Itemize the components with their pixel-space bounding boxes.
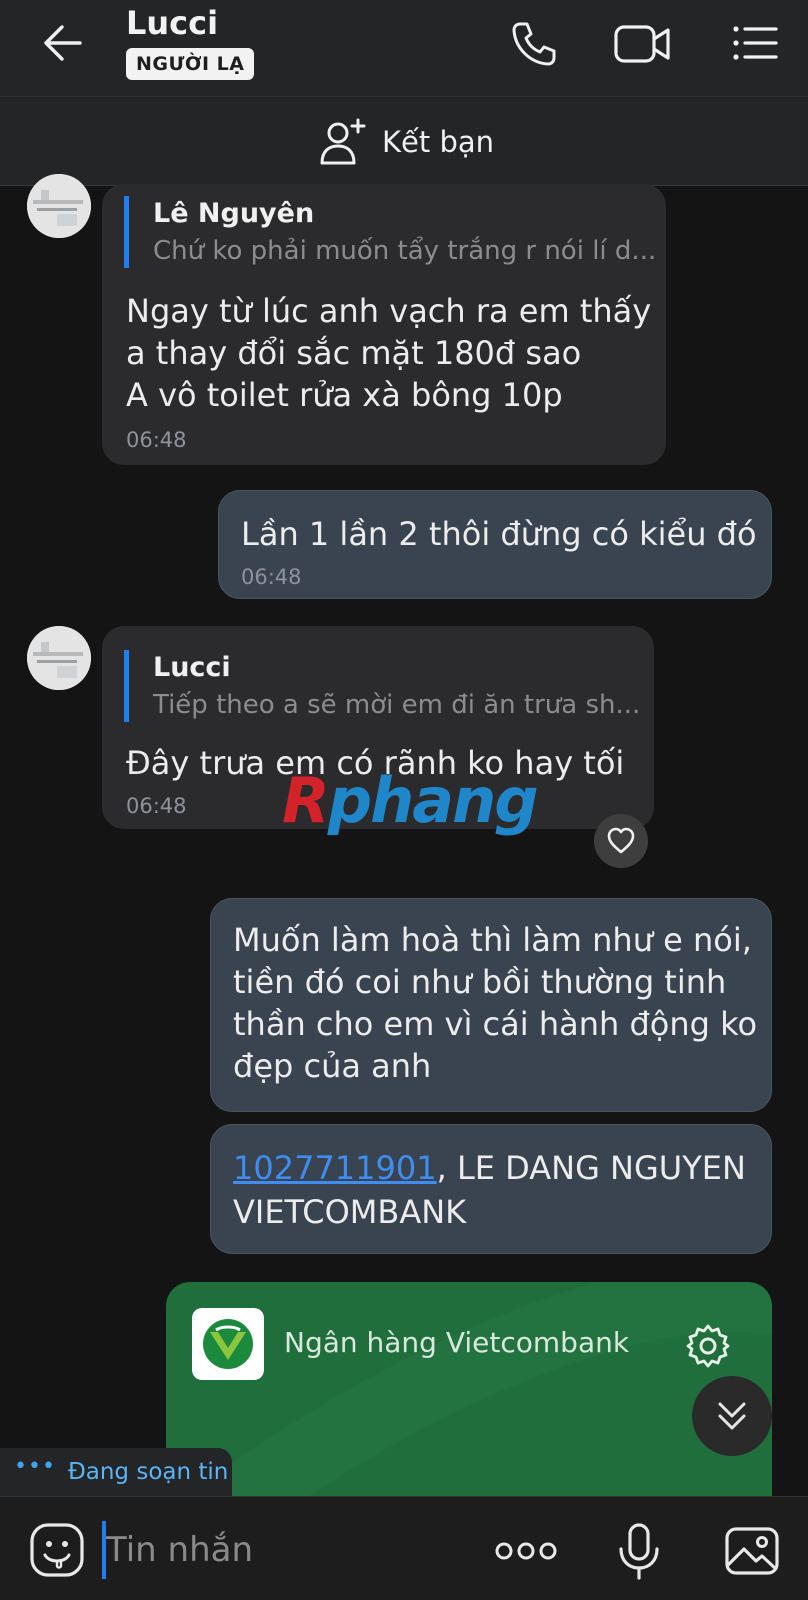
quote-sender: Lucci [153,652,231,683]
stranger-badge: NGƯỜI LẠ [126,48,255,80]
watermark-logo: Rphang [282,764,539,837]
contact-name[interactable]: Lucci [126,4,218,42]
message-text: Lần 1 lần 2 thôi đừng có kiểu đó [241,515,757,553]
avatar[interactable] [27,174,91,238]
menu-list-icon [733,26,778,60]
voice-message-button[interactable] [610,1521,668,1581]
add-friend-icon [320,118,366,165]
typing-dots: ••• [14,1453,56,1479]
quoted-message[interactable]: Lucci Tiếp theo a sẽ mời em đi ăn trưa s… [124,650,640,722]
quote-sender: Lê Nguyên [153,198,315,229]
add-friend-button[interactable]: Kết bạn [318,115,494,169]
gear-icon [686,1324,730,1368]
back-arrow-icon [44,25,82,61]
avatar-image [27,174,91,238]
image-icon [725,1527,779,1575]
account-holder: , LE DANG NGUYEN [436,1149,746,1187]
message-bubble-outgoing[interactable]: Lần 1 lần 2 thôi đừng có kiểu đó 06:48 [218,490,772,599]
emoji-icon [30,1523,84,1577]
emoji-button[interactable] [28,1521,86,1579]
message-text: Ngay từ lúc anh vạch ra em thấy a thay đ… [126,292,652,414]
avatar[interactable] [27,626,91,690]
chevron-double-down-icon [718,1402,746,1430]
message-text: 1027711901, LE DANG NGUYEN [233,1147,746,1189]
message-time: 06:48 [126,428,187,452]
menu-button[interactable] [730,18,782,70]
more-options-button[interactable] [494,1521,558,1581]
call-button[interactable] [508,18,560,70]
vietcombank-icon [203,1319,253,1369]
typing-indicator: ••• Đang soạn tin [0,1448,232,1496]
back-button[interactable] [38,18,88,68]
add-friend-label: Kết bạn [382,125,495,159]
quoted-message[interactable]: Lê Nguyên Chứ ko phải muốn tẩy trắng r n… [124,196,656,268]
bank-label: VIETCOMBANK [233,1193,467,1231]
chat-header: Lucci NGƯỜI LẠ [0,0,808,96]
add-friend-bar: Kết bạn [0,96,808,186]
send-image-button[interactable] [722,1521,782,1581]
bank-name: Ngân hàng Vietcombank [284,1326,630,1359]
message-input-bar [0,1496,808,1600]
vietcombank-logo [192,1308,264,1380]
message-bubble-outgoing[interactable]: Muốn làm hoà thì làm như e nói, tiền đó … [210,898,772,1112]
heart-icon [607,827,635,854]
microphone-icon [619,1523,659,1580]
quote-text: Chứ ko phải muốn tẩy trắng r nói lí d... [153,236,657,266]
settings-button[interactable] [684,1322,732,1370]
message-text: Muốn làm hoà thì làm như e nói, tiền đó … [233,921,758,1085]
message-bubble-outgoing[interactable]: 1027711901, LE DANG NGUYEN VIETCOMBANK [210,1124,772,1254]
phone-icon [512,22,556,66]
typing-text: Đang soạn tin [67,1459,229,1485]
avatar-image [27,626,91,690]
message-input[interactable] [106,1521,466,1579]
quote-text: Tiếp theo a sẽ mời em đi ăn trưa sh... [153,690,641,720]
video-call-button[interactable] [612,18,674,70]
reaction-button[interactable] [594,814,648,868]
watermark-initial: R [282,764,330,837]
message-time: 06:48 [126,794,187,818]
watermark-rest: phang [327,764,539,837]
account-number-link[interactable]: 1027711901 [233,1149,437,1187]
message-time: 06:48 [241,565,302,589]
more-dots-icon [495,1542,557,1560]
scroll-to-bottom-button[interactable] [692,1376,772,1456]
message-bubble-incoming[interactable]: Lê Nguyên Chứ ko phải muốn tẩy trắng r n… [102,184,666,465]
video-call-icon [614,25,670,63]
